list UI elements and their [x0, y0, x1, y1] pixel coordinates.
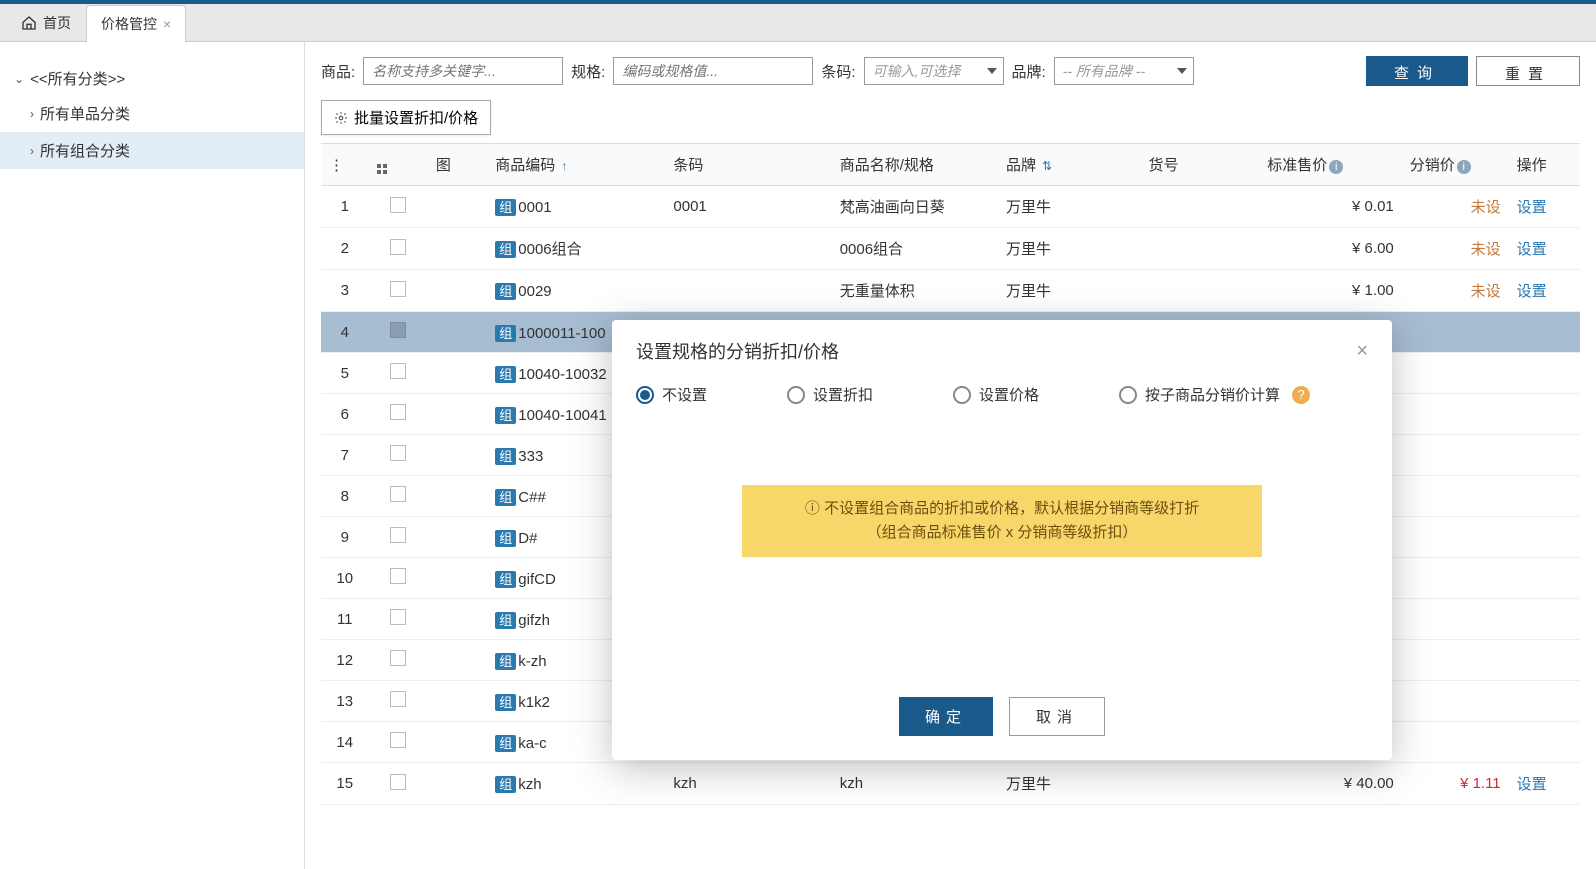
modal-title: 设置规格的分销折扣/价格 — [636, 338, 839, 364]
radio-icon — [953, 386, 971, 404]
radio-icon — [787, 386, 805, 404]
confirm-button[interactable]: 确定 — [899, 697, 993, 736]
radio-discount[interactable]: 设置折扣 — [787, 384, 873, 405]
info-line1: 不设置组合商品的折扣或价格，默认根据分销商等级打折 — [760, 497, 1244, 521]
radio-icon — [636, 386, 654, 404]
help-icon[interactable]: ? — [1292, 386, 1310, 404]
radio-child-price[interactable]: 按子商品分销价计算? — [1119, 384, 1310, 405]
info-box: 不设置组合商品的折扣或价格，默认根据分销商等级打折 （组合商品标准售价 x 分销… — [742, 485, 1262, 557]
modal-set-discount: 设置规格的分销折扣/价格 × 不设置 设置折扣 设置价格 按子商品分销价计算? … — [612, 320, 1392, 760]
radio-group: 不设置 设置折扣 设置价格 按子商品分销价计算? — [636, 384, 1368, 405]
radio-no-set[interactable]: 不设置 — [636, 384, 707, 405]
info-line2: （组合商品标准售价 x 分销商等级折扣） — [760, 521, 1244, 545]
radio-price[interactable]: 设置价格 — [953, 384, 1039, 405]
cancel-button[interactable]: 取消 — [1009, 697, 1105, 736]
close-icon[interactable]: × — [1356, 340, 1368, 363]
radio-icon — [1119, 386, 1137, 404]
